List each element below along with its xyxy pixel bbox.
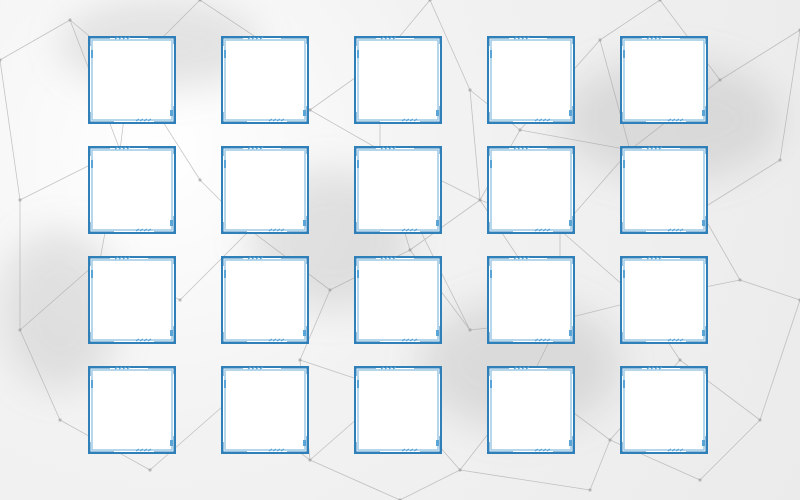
frame-grid [88, 36, 710, 456]
network-node [148, 468, 152, 472]
network-line [199, 0, 261, 41]
tech-frame-icon [88, 366, 176, 454]
network-node [68, 18, 72, 22]
frame-slot[interactable] [88, 36, 176, 124]
frame-slot[interactable] [487, 256, 575, 344]
network-node [758, 418, 762, 422]
frame-slot[interactable] [221, 146, 309, 234]
frame-slot[interactable] [620, 366, 708, 454]
network-line [309, 459, 401, 500]
tech-frame-icon [620, 256, 708, 344]
tech-frame-icon [620, 146, 708, 234]
frame-slot[interactable] [221, 256, 309, 344]
tech-frame-icon [354, 366, 442, 454]
frame-slot[interactable] [487, 36, 575, 124]
network-line [759, 299, 800, 421]
frame-slot[interactable] [88, 146, 176, 234]
tech-frame-icon [221, 36, 309, 124]
network-line [19, 329, 61, 421]
background-stage [0, 0, 800, 500]
network-line [399, 469, 461, 500]
frame-slot[interactable] [487, 146, 575, 234]
frame-slot[interactable] [620, 256, 708, 344]
network-line [0, 59, 21, 201]
tech-frame-icon [88, 146, 176, 234]
network-node [18, 198, 22, 202]
network-node [308, 458, 312, 462]
tech-frame-icon [354, 36, 442, 124]
network-line [779, 29, 800, 161]
frame-slot[interactable] [354, 146, 442, 234]
network-node [738, 278, 742, 282]
network-line [599, 0, 661, 41]
network-line [739, 279, 800, 301]
tech-frame-icon [221, 366, 309, 454]
frame-slot[interactable] [221, 36, 309, 124]
tech-frame-icon [487, 366, 575, 454]
network-node [18, 328, 22, 332]
network-node [778, 158, 782, 162]
network-node [588, 488, 592, 492]
frame-slot[interactable] [354, 366, 442, 454]
network-line [719, 29, 800, 81]
tech-frame-icon [221, 256, 309, 344]
network-line [0, 19, 71, 61]
frame-slot[interactable] [88, 366, 176, 454]
network-line [459, 469, 591, 491]
network-node [458, 468, 462, 472]
tech-frame-icon [620, 366, 708, 454]
tech-frame-icon [487, 146, 575, 234]
tech-frame-icon [88, 36, 176, 124]
frame-slot[interactable] [354, 256, 442, 344]
frame-slot[interactable] [221, 366, 309, 454]
frame-slot[interactable] [620, 36, 708, 124]
network-node [58, 418, 62, 422]
frame-slot[interactable] [620, 146, 708, 234]
network-line [699, 159, 781, 211]
tech-frame-icon [487, 256, 575, 344]
network-node [698, 478, 702, 482]
tech-frame-icon [354, 256, 442, 344]
tech-frame-icon [88, 256, 176, 344]
frame-slot[interactable] [354, 36, 442, 124]
tech-frame-icon [354, 146, 442, 234]
frame-slot[interactable] [487, 366, 575, 454]
network-node [718, 78, 722, 82]
tech-frame-icon [221, 146, 309, 234]
frame-slot[interactable] [88, 256, 176, 344]
tech-frame-icon [487, 36, 575, 124]
tech-frame-icon [620, 36, 708, 124]
